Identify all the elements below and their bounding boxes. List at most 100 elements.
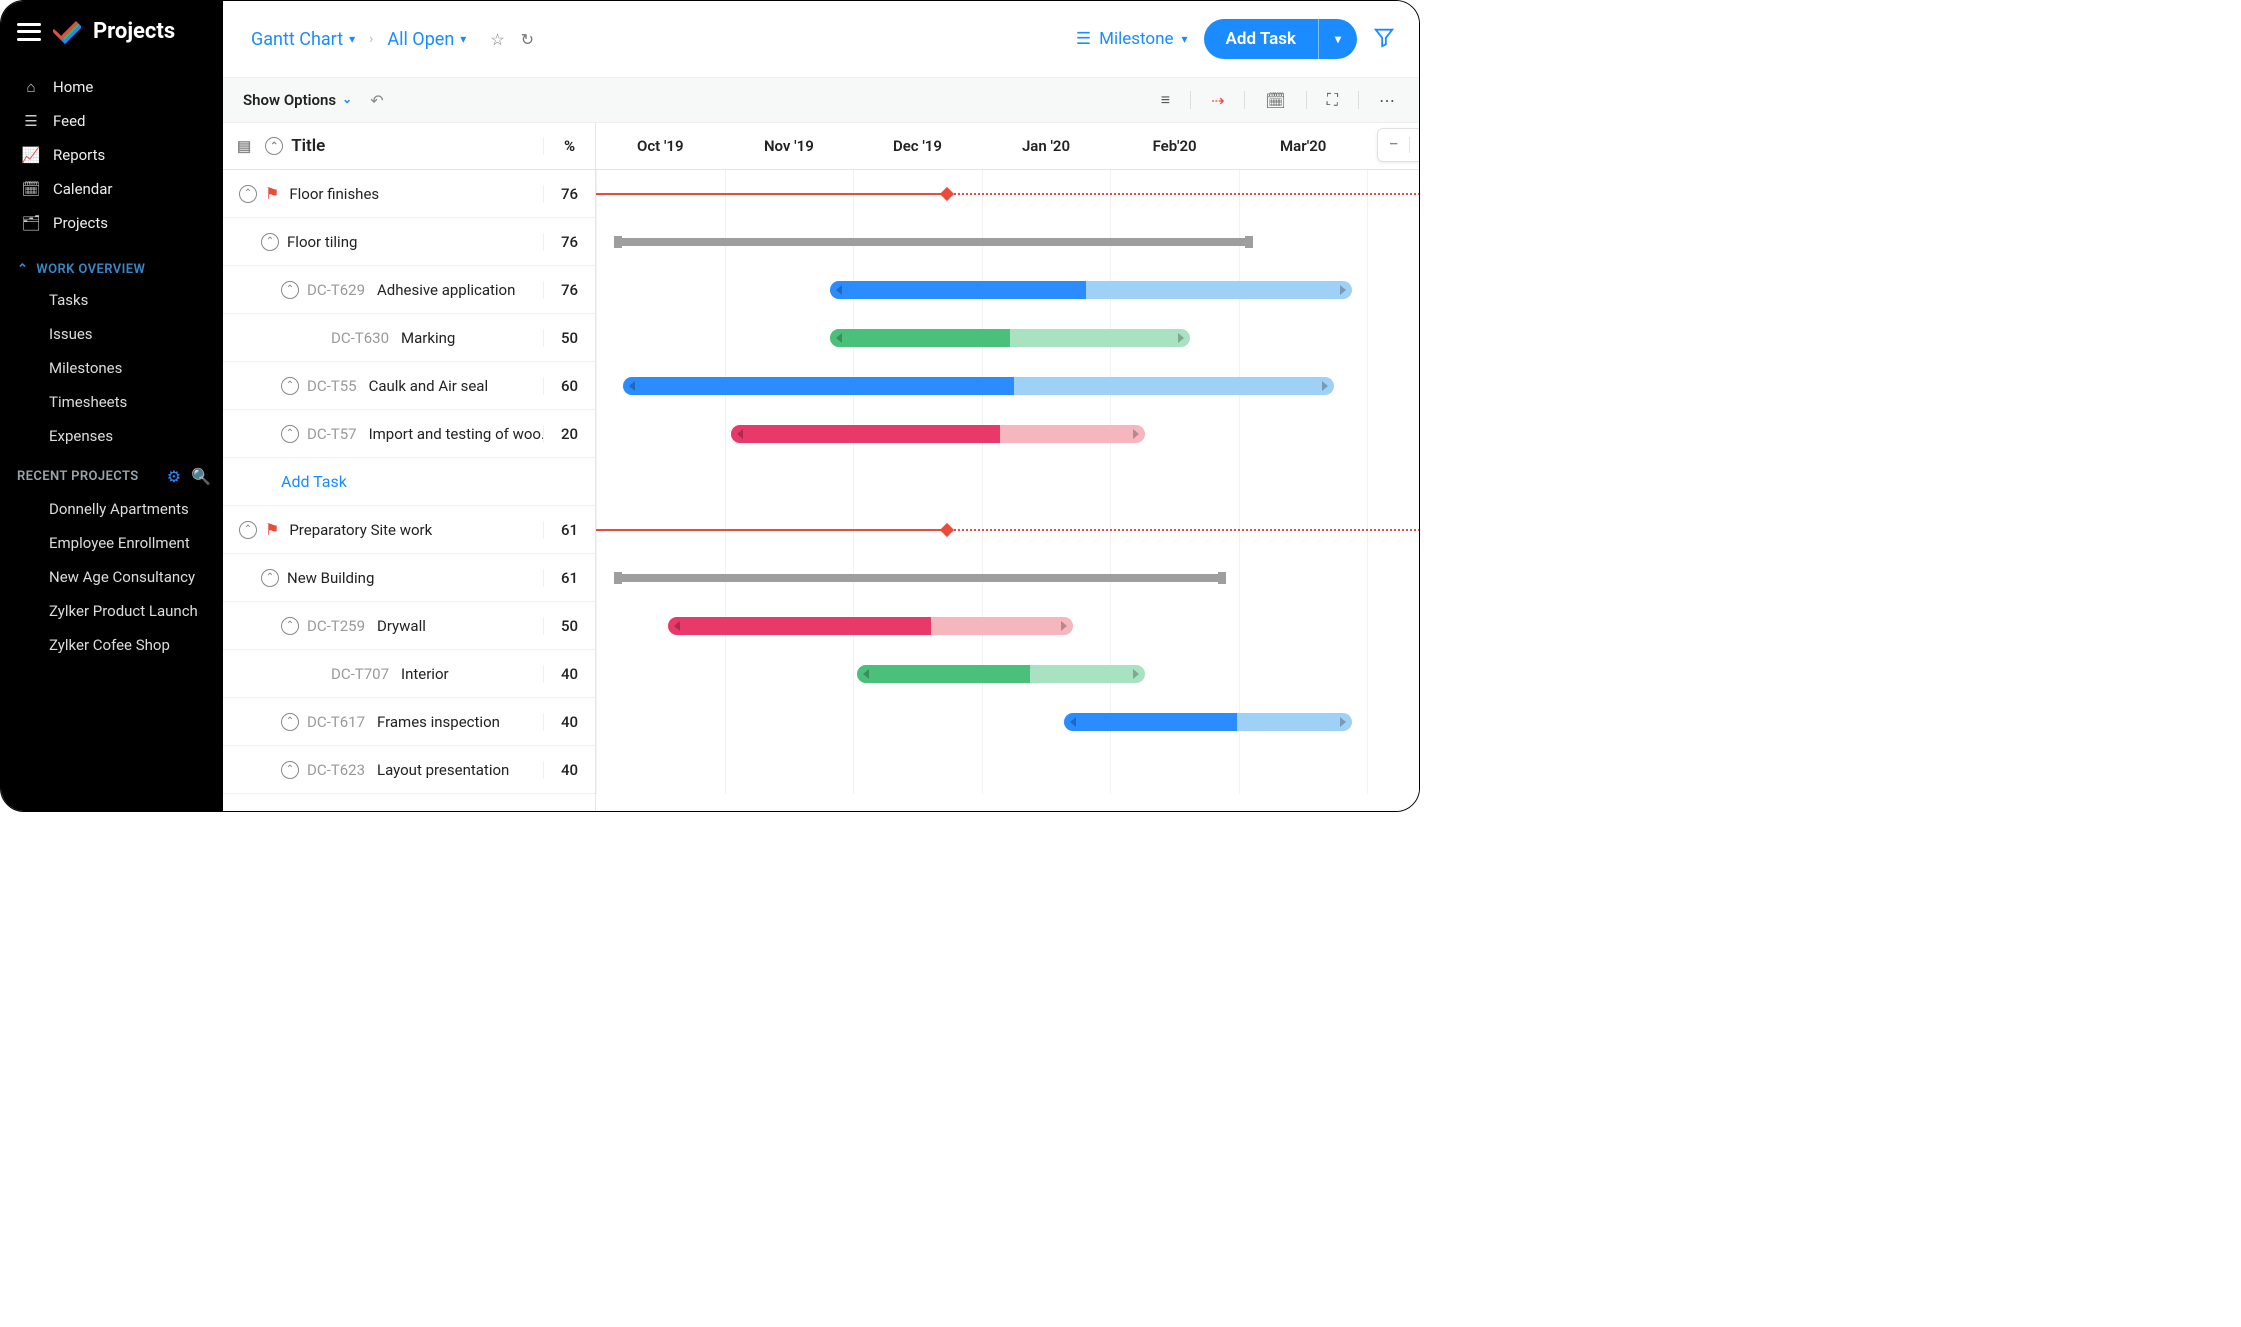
gantt-bar[interactable] [830,281,1352,299]
work-overview-header[interactable]: ⌃ WORK OVERVIEW [1,248,223,283]
collapse-icon[interactable]: ⌃ [281,761,299,779]
sidebar-item-expenses[interactable]: Expenses [1,419,223,453]
fullscreen-icon[interactable]: ⛶ [1323,88,1342,112]
nav-feed[interactable]: ☰Feed [1,104,223,138]
gantt-bar[interactable] [668,617,1073,635]
gantt-bar[interactable] [731,425,1145,443]
timeline-header: Oct '19Nov '19Dec '19Jan '20Feb'20Mar'20… [596,123,1419,170]
recent-project-item[interactable]: Employee Enrollment [1,526,223,560]
show-options-label: Show Options [243,91,336,109]
month-column: Dec '19 [853,123,982,169]
month-column: Jan '20 [982,123,1111,169]
undo-icon[interactable]: ↶ [370,91,383,110]
milestone-row[interactable]: ⌃⚑Preparatory Site work61 [223,506,595,554]
timeline-row [596,650,1419,698]
critical-path-icon[interactable]: ⇢ [1207,89,1228,112]
task-id: DC-T707 [331,665,389,683]
work-overview-list: Tasks Issues Milestones Timesheets Expen… [1,283,223,453]
collapse-icon[interactable]: ⌃ [281,713,299,731]
collapse-icon[interactable]: ⌃ [261,569,279,587]
recent-project-item[interactable]: Zylker Product Launch [1,594,223,628]
settings-icon[interactable]: ⚙ [167,467,181,486]
main-panel: Gantt Chart▾ › All Open▾ ☆ ↻ ☰ Milestone… [223,1,1419,811]
filter-dropdown[interactable]: All Open▾ [387,29,466,50]
collapse-icon[interactable]: ⌃ [281,617,299,635]
summary-bar[interactable] [614,574,1226,582]
task-row[interactable]: ⌃DC-T617Frames inspection40 [223,698,595,746]
gantt-timeline[interactable]: Oct '19Nov '19Dec '19Jan '20Feb'20Mar'20… [596,123,1419,811]
task-list-header: ▤ ⌃ Title % [223,123,595,170]
collapse-icon[interactable]: ⌃ [261,233,279,251]
task-id: DC-T259 [307,617,365,635]
month-column: Oct '19 [596,123,725,169]
timeline-row [596,314,1419,362]
row-label: Layout presentation [377,761,509,779]
tasklist-row[interactable]: ⌃Floor tiling76 [223,218,595,266]
task-id: DC-T623 [307,761,365,779]
filter-icon[interactable] [1373,26,1395,52]
task-row[interactable]: DC-T630Marking50 [223,314,595,362]
recent-project-item[interactable]: Zylker Cofee Shop [1,628,223,662]
timeline-row [596,410,1419,458]
nav-reports[interactable]: 📈 Reports [1,138,223,172]
row-label: Import and testing of woo.. [369,425,543,443]
recent-project-item[interactable]: New Age Consultancy [1,560,223,594]
columns-icon[interactable]: ▤ [237,137,251,155]
collapse-icon[interactable]: ⌃ [281,281,299,299]
view-dropdown[interactable]: Gantt Chart▾ [251,29,355,50]
collapse-icon[interactable]: ⌃ [239,185,257,203]
show-options-toggle[interactable]: Show Options ⌄ [243,91,352,109]
collapse-all-icon[interactable]: ⌃ [265,137,283,155]
grouping-dropdown[interactable]: ☰ Milestone ▾ [1076,29,1188,49]
collapse-icon[interactable]: ⌃ [281,425,299,443]
reports-icon: 📈 [21,146,41,164]
task-row[interactable]: ⌃DC-T629Adhesive application76 [223,266,595,314]
add-task-row[interactable]: Add Task [223,458,595,506]
nav-home[interactable]: ⌂Home [1,70,223,104]
gantt-bar[interactable] [830,329,1190,347]
sidebar-item-issues[interactable]: Issues [1,317,223,351]
gantt-bar[interactable] [1064,713,1352,731]
summary-bar[interactable] [614,238,1253,246]
milestone-row[interactable]: ⌃⚑Floor finishes76 [223,170,595,218]
collapse-icon[interactable]: ⌃ [281,377,299,395]
nav-calendar[interactable]: 🗓Calendar [1,172,223,206]
hamburger-icon[interactable] [17,23,41,41]
add-task-link[interactable]: Add Task [281,472,347,491]
refresh-icon[interactable]: ↻ [521,30,534,49]
today-icon[interactable]: 🗓 [1261,89,1289,112]
more-icon[interactable]: ⋯ [1375,89,1399,112]
nav-projects[interactable]: 🗂Projects [1,206,223,240]
zoom-out-icon[interactable]: − [1388,136,1398,154]
gantt-bar[interactable] [623,377,1334,395]
collapse-icon[interactable]: ⌃ [239,521,257,539]
sidebar-item-timesheets[interactable]: Timesheets [1,385,223,419]
baseline-icon[interactable]: ≡ [1157,88,1174,112]
star-icon[interactable]: ☆ [490,30,504,49]
sidebar-item-milestones[interactable]: Milestones [1,351,223,385]
pct-cell: 61 [543,521,595,539]
task-id: DC-T629 [307,281,365,299]
options-bar: Show Options ⌄ ↶ ≡ ⇢ 🗓 ⛶ ⋯ [223,78,1419,123]
gantt-bar[interactable] [857,665,1145,683]
row-label: Adhesive application [377,281,515,299]
chevron-down-icon: ▾ [1335,32,1341,46]
recent-projects-header: RECENT PROJECTS ⚙ 🔍 [1,453,223,492]
row-label: New Building [287,569,374,587]
task-row[interactable]: DC-T707Interior40 [223,650,595,698]
task-row[interactable]: ⌃DC-T55Caulk and Air seal60 [223,362,595,410]
add-task-button[interactable]: Add Task ▾ [1204,19,1357,59]
nav-label: Projects [53,214,108,232]
recent-project-item[interactable]: Donnelly Apartments [1,492,223,526]
add-task-dropdown[interactable]: ▾ [1318,19,1357,59]
app-logo-icon [53,20,81,44]
nav-label: Reports [53,146,105,164]
task-row[interactable]: ⌃DC-T623Layout presentation40 [223,746,595,794]
task-rows: ⌃⚑Floor finishes76⌃Floor tiling76⌃DC-T62… [223,170,595,794]
tasklist-row[interactable]: ⌃New Building61 [223,554,595,602]
app-window: Projects ⌂Home ☰Feed 📈Reports 🗓Calendar … [0,0,1420,812]
search-icon[interactable]: 🔍 [191,467,211,486]
task-row[interactable]: ⌃DC-T57Import and testing of woo..20 [223,410,595,458]
sidebar-item-tasks[interactable]: Tasks [1,283,223,317]
task-row[interactable]: ⌃DC-T259Drywall50 [223,602,595,650]
